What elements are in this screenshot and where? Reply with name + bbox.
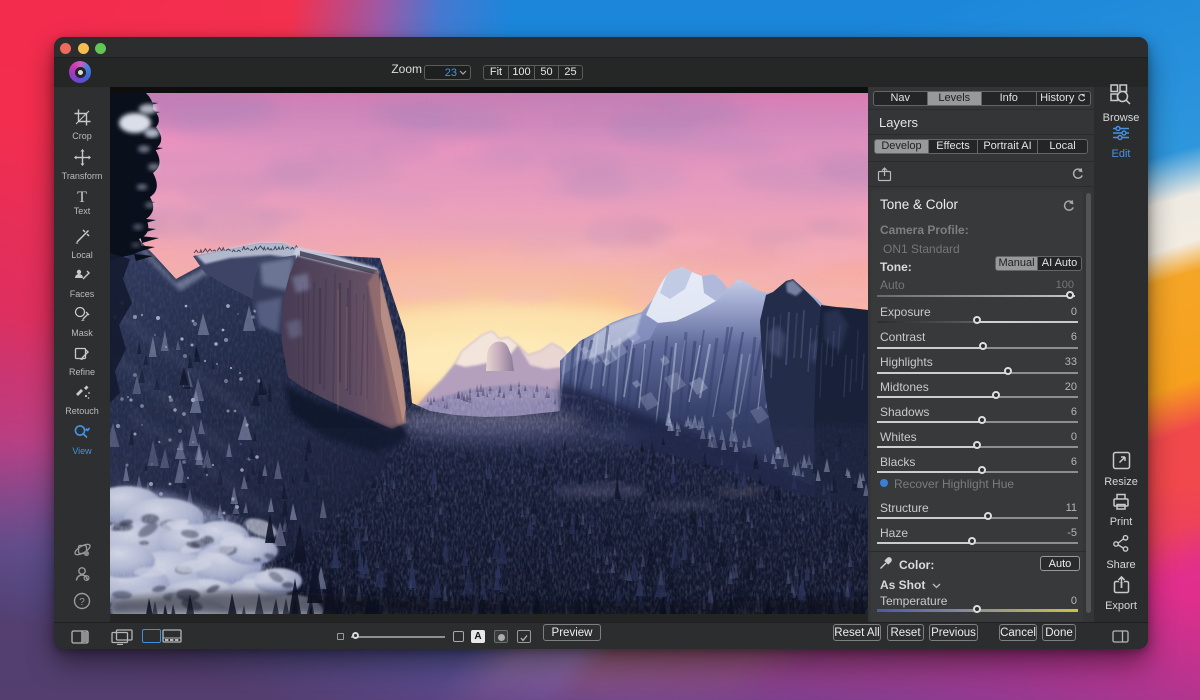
svg-text:?: ? bbox=[79, 597, 85, 608]
